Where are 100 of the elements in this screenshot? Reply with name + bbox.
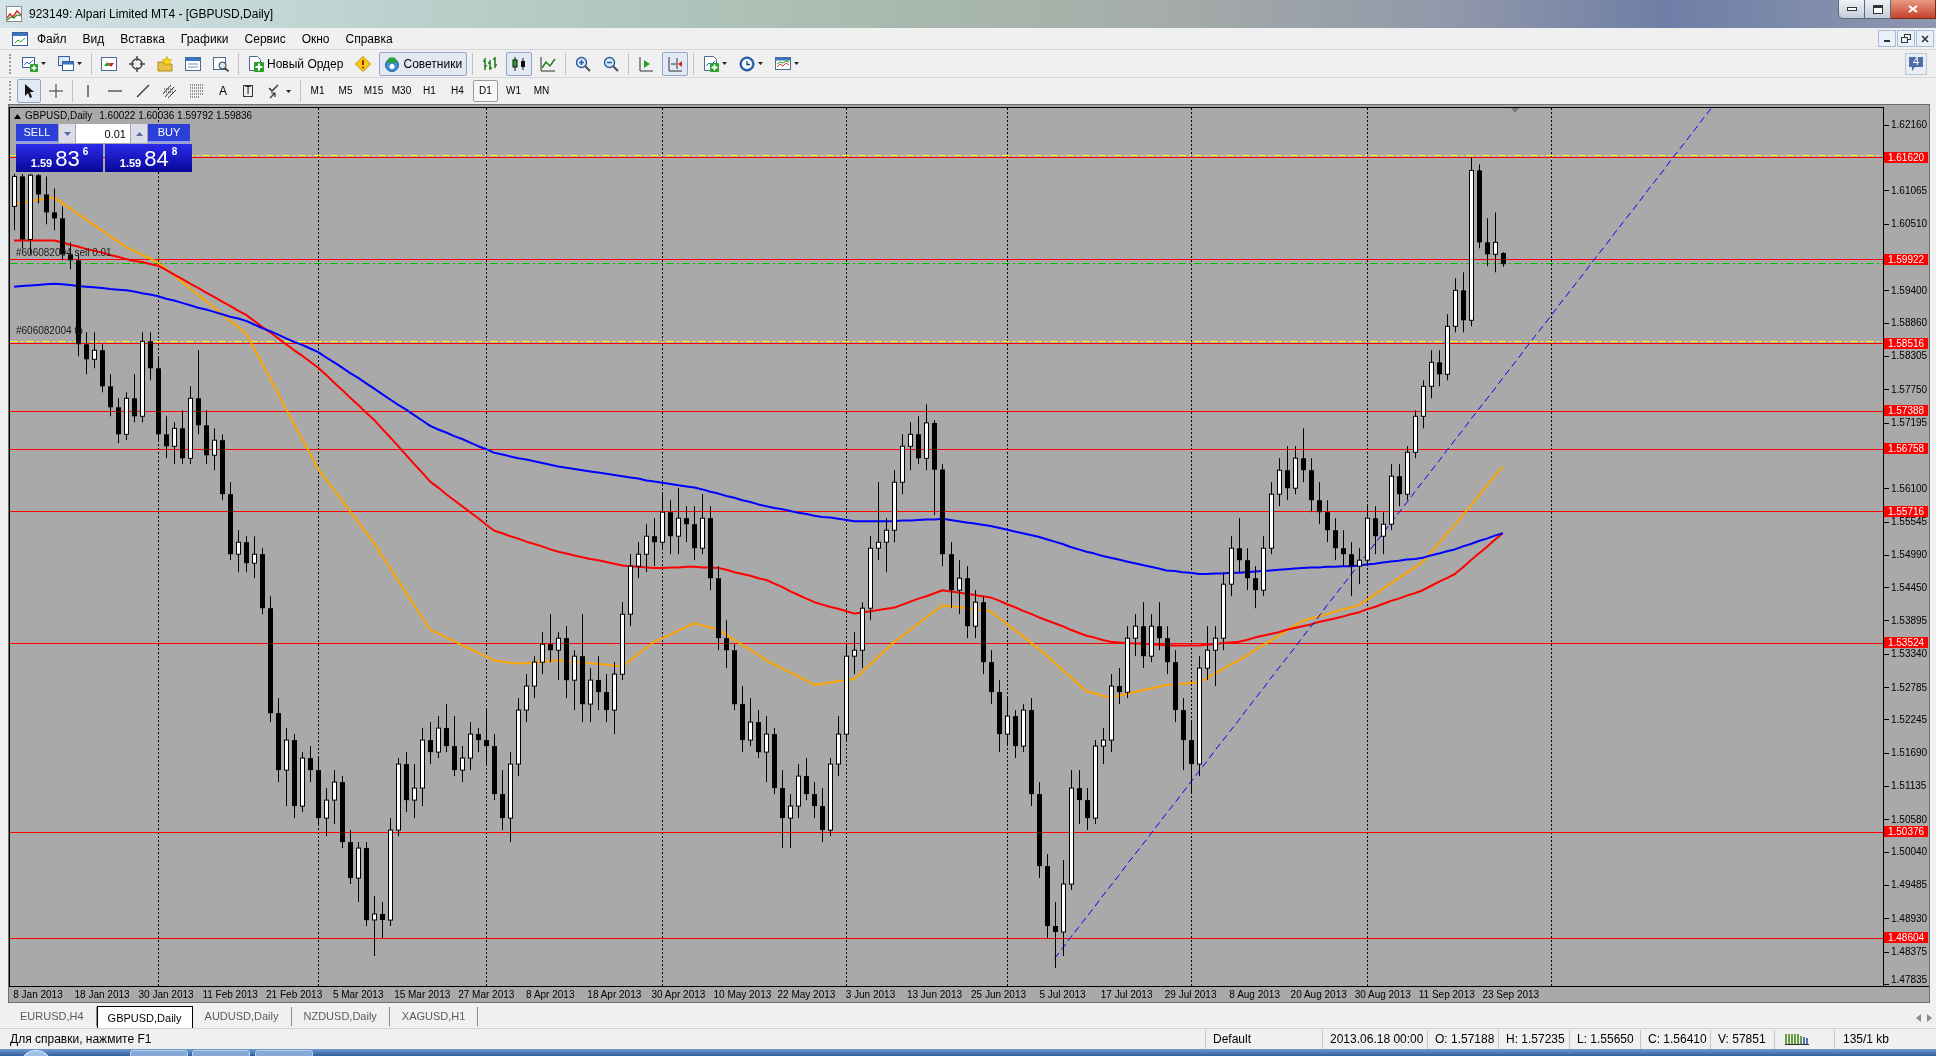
price-level-label: 1.55716: [1884, 505, 1928, 517]
candle: [820, 787, 825, 843]
dotted-lines-icon: [189, 83, 205, 99]
timeframe-button[interactable]: M30: [389, 80, 414, 102]
price-axis-label: 1.59400: [1891, 285, 1928, 295]
candle: [588, 667, 593, 723]
messages-button[interactable]: 4: [1905, 52, 1927, 75]
candle: [476, 727, 481, 753]
menu-item[interactable]: Вставка: [112, 28, 173, 49]
chart-tab[interactable]: AUDUSD,Daily: [192, 1007, 292, 1026]
candle: [1133, 613, 1138, 657]
candle: [836, 715, 841, 777]
lot-increase-button[interactable]: [131, 124, 147, 143]
candle: [1157, 601, 1162, 651]
candle: [100, 343, 105, 393]
menu-item[interactable]: Справка: [337, 28, 401, 49]
crosshair-target-icon: [129, 55, 145, 72]
scroll-right-button[interactable]: [1927, 1014, 1932, 1022]
timeframe-button[interactable]: D1: [473, 80, 498, 102]
app-icon: [6, 6, 22, 22]
chart-tab[interactable]: NZDUSD,Daily: [291, 1007, 390, 1026]
date-axis-label: 8 Jan 2013: [13, 989, 63, 1001]
play-axis-icon: [638, 55, 655, 72]
lot-size-field[interactable]: 0.01: [76, 124, 130, 143]
experts-button[interactable]: Советники: [379, 51, 468, 76]
window-title: 923149: Alpari Limited MT4 - [GBPUSD,Daily]: [29, 6, 274, 22]
candle: [1405, 445, 1410, 501]
price-axis-label: 1.53895: [1891, 615, 1928, 625]
clock-icon: [739, 55, 756, 72]
candle: [924, 403, 929, 471]
candle: [796, 763, 801, 819]
candle: [740, 685, 745, 753]
candle: [1165, 625, 1170, 675]
candle: [676, 487, 681, 555]
menu-item[interactable]: Файл: [29, 28, 75, 49]
status-volume: V: 57851: [1718, 1031, 1766, 1048]
close-button[interactable]: [1916, 30, 1934, 47]
chart-plus-icon: [22, 55, 38, 72]
text-button[interactable]: A: [212, 79, 234, 103]
candle: [804, 757, 809, 801]
candle: [92, 331, 97, 369]
timeframe-button[interactable]: MN: [529, 80, 554, 102]
menu-item[interactable]: Сервис: [236, 28, 294, 49]
timeframe-button[interactable]: W1: [501, 80, 526, 102]
candle: [949, 541, 954, 609]
timeframe-button[interactable]: M15: [361, 80, 386, 102]
window-list-icon: [185, 55, 201, 72]
close-button[interactable]: [1891, 0, 1936, 19]
minimize-icon: [1846, 7, 1857, 11]
cursor-button[interactable]: [17, 79, 41, 103]
sell-button[interactable]: SELL: [16, 124, 58, 143]
menu-item[interactable]: Графики: [172, 28, 237, 49]
candle: [900, 433, 905, 495]
timeframe-button[interactable]: H4: [445, 80, 470, 102]
candle: [860, 601, 865, 669]
speech-bubble-icon: [1908, 55, 1924, 72]
price-axis-label: 1.51135: [1891, 781, 1927, 791]
candle: [332, 769, 337, 825]
candle: [172, 421, 177, 465]
timeframe-button[interactable]: M1: [305, 80, 330, 102]
chart-shift-button[interactable]: [662, 51, 689, 76]
candle: [1461, 271, 1466, 333]
date-axis-label: 10 May 2013: [713, 989, 772, 1001]
buy-button[interactable]: BUY: [148, 124, 190, 143]
price-level-label: 1.59922: [1884, 253, 1928, 265]
candle: [572, 649, 577, 711]
timeframe-button[interactable]: H1: [417, 80, 442, 102]
new-order-button[interactable]: Новый Ордер: [244, 51, 348, 76]
cap-icon: [384, 55, 401, 72]
menu-item[interactable]: Окно: [293, 28, 338, 49]
date-axis-label: 29 Jul 2013: [1164, 989, 1217, 1001]
candle: [412, 763, 417, 819]
star-folder-icon: [157, 55, 173, 72]
scroll-left-button[interactable]: [1916, 1014, 1921, 1022]
chart-tab[interactable]: EURUSD,H4: [8, 1007, 97, 1026]
candle: [252, 535, 257, 579]
date-axis-label: 8 Aug 2013: [1229, 989, 1280, 1001]
candle: [636, 541, 641, 579]
maximize-button[interactable]: [1865, 0, 1891, 19]
candle: [132, 373, 137, 423]
timeframe-button[interactable]: M5: [333, 80, 358, 102]
chart-tab[interactable]: XAGUSD,H1: [389, 1007, 479, 1026]
status-close: C: 1.56410: [1648, 1031, 1707, 1048]
axis-shift-icon: [667, 55, 684, 72]
menu-item[interactable]: Вид: [74, 28, 113, 49]
restore-button[interactable]: [1897, 30, 1915, 47]
candle: [492, 733, 497, 801]
chart-window-icon: [12, 30, 28, 47]
candle: [260, 547, 265, 615]
minimize-button[interactable]: [1838, 0, 1865, 19]
candlestick-button[interactable]: [506, 51, 533, 76]
lot-decrease-button[interactable]: [59, 124, 75, 143]
candle: [1053, 901, 1058, 969]
candle: [1341, 529, 1346, 567]
text-label-button[interactable]: T: [237, 79, 259, 103]
candle: [788, 793, 793, 849]
chart-tab[interactable]: GBPUSD,Daily: [96, 1006, 193, 1028]
minimize-button[interactable]: [1878, 30, 1896, 47]
price-axis-label: 1.53340: [1891, 649, 1928, 659]
candle: [180, 409, 185, 465]
